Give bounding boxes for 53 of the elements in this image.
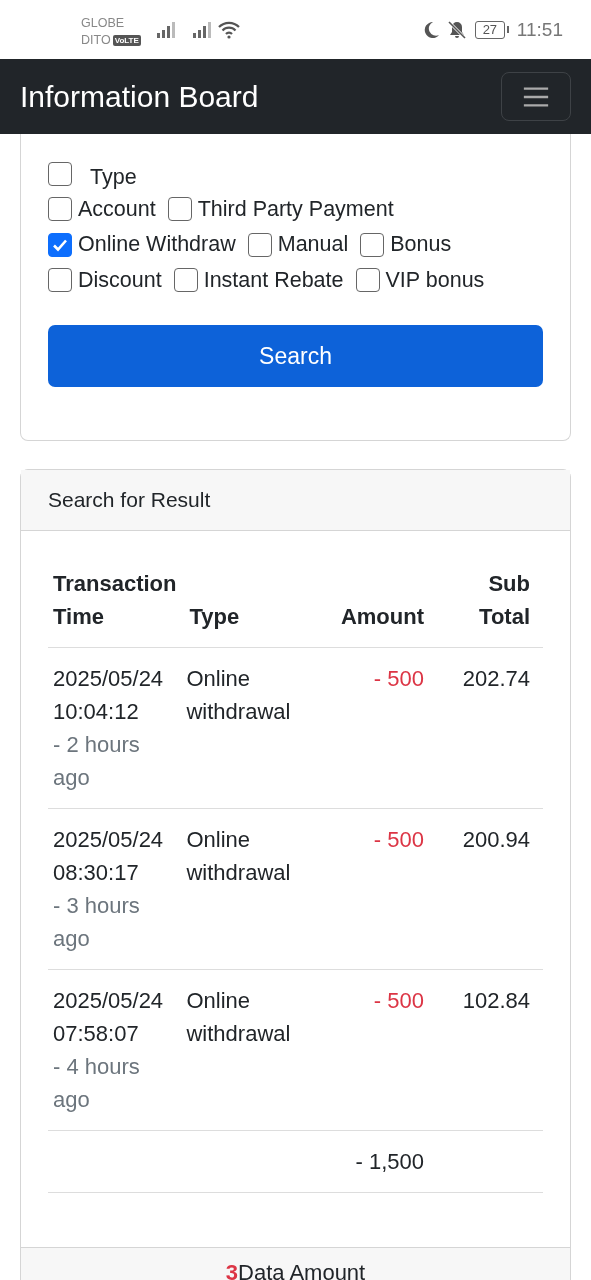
menu-button[interactable]: [501, 72, 571, 121]
amount-cell: - 500: [373, 988, 424, 1013]
carrier-name: DITO: [81, 31, 111, 49]
bell-off-icon: [446, 19, 467, 40]
search-button[interactable]: Search: [48, 325, 543, 387]
signal-icon: [156, 20, 177, 39]
checkbox-label: Discount: [78, 267, 162, 293]
battery-level: 27: [482, 22, 498, 37]
carrier-name: GLOBE: [81, 14, 126, 32]
checkbox[interactable]: [360, 232, 385, 257]
checkbox[interactable]: [48, 268, 72, 293]
amount-cell: - 500: [373, 666, 424, 691]
relative-time: - 4 hours ago: [53, 1053, 141, 1114]
checkbox[interactable]: [48, 197, 72, 222]
subtotal-cell: 202.74: [462, 666, 530, 691]
table-cell: Online withdrawal: [186, 988, 291, 1046]
checkbox[interactable]: [247, 232, 272, 257]
wifi-icon: [216, 20, 241, 39]
signal-icon: [192, 20, 213, 39]
relative-time: - 2 hours ago: [53, 731, 141, 792]
volte-badge: VoLTE: [112, 34, 141, 46]
checkbox-label: Account: [78, 196, 156, 222]
subtotal-cell: 200.94: [462, 827, 530, 852]
checkbox-label: VIP bonus: [385, 267, 485, 293]
checkbox-label: Online Withdraw: [78, 232, 236, 258]
menu-icon: [522, 85, 550, 108]
table-cell: Online withdrawal: [186, 827, 291, 885]
checkbox[interactable]: [173, 268, 198, 293]
app-title[interactable]: Information Board: [20, 79, 259, 114]
amount-cell: - 500: [373, 827, 424, 852]
checkbox[interactable]: [48, 161, 72, 186]
transaction-time: 2025/05/24 10:04:12: [53, 665, 165, 726]
checkbox-label: Type: [90, 165, 137, 191]
card-header: Search for Result: [21, 470, 570, 531]
column-header: Transaction Time: [48, 567, 182, 648]
total-amount: - 1,500: [355, 1149, 424, 1174]
data-amount: 3Data Amount: [225, 1260, 366, 1280]
column-header: Type: [181, 567, 317, 648]
relative-time: - 3 hours ago: [53, 892, 141, 953]
checkbox-label: Manual: [277, 232, 349, 258]
checkbox[interactable]: [48, 232, 72, 257]
checkbox[interactable]: [167, 197, 192, 222]
checkbox-label: Instant Rebate: [203, 267, 344, 293]
subtotal-cell: 102.84: [462, 988, 530, 1013]
checkbox[interactable]: [355, 268, 380, 293]
column-header: Sub Total: [429, 567, 543, 648]
clock-time: 11:51: [516, 18, 563, 41]
table-cell: Online withdrawal: [186, 666, 291, 724]
transaction-time: 2025/05/24 08:30:17: [53, 826, 165, 887]
checkbox-label: Bonus: [390, 232, 452, 258]
transaction-time: 2025/05/24 07:58:07: [53, 987, 165, 1048]
column-header: Amount: [316, 567, 429, 648]
checkbox-label: Third Party Payment: [197, 196, 394, 222]
